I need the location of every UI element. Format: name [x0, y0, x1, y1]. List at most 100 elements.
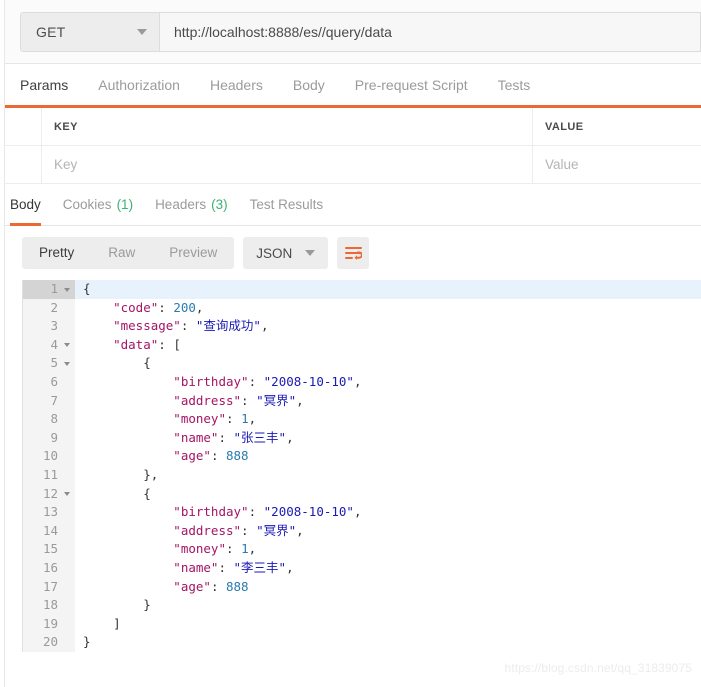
line-number-gutter: 12 — [23, 484, 75, 504]
code-line-content: "code": 200, — [75, 299, 701, 318]
watermark-text: https://blog.csdn.net/qq_31839075 — [504, 661, 692, 675]
code-token-p: , — [286, 559, 294, 575]
line-number: 16 — [42, 559, 58, 575]
code-token-p: : — [241, 392, 257, 408]
code-line: 6 "birthday": "2008-10-10", — [23, 372, 701, 392]
code-token-k: "birthday" — [83, 504, 249, 520]
response-tab-test-results-label: Test Results — [249, 197, 324, 212]
code-token-p: , — [296, 392, 304, 408]
code-token-k: "name" — [83, 559, 219, 575]
code-line: 20} — [23, 633, 701, 652]
line-number: 1 — [50, 281, 58, 296]
fold-toggle-icon[interactable] — [62, 280, 71, 299]
code-line-content: "birthday": "2008-10-10", — [75, 373, 701, 392]
code-token-p: ] — [83, 615, 121, 631]
line-number: 11 — [42, 466, 58, 482]
line-number: 5 — [50, 355, 58, 371]
code-token-p: : — [180, 318, 196, 334]
line-number-gutter: 10 — [23, 447, 75, 466]
request-tab-pre-request-script[interactable]: Pre-request Script — [355, 77, 484, 105]
code-line: 11 }, — [23, 465, 701, 485]
line-number-gutter: 18 — [23, 596, 75, 615]
code-line-content: ] — [75, 615, 701, 634]
code-token-n: 1 — [241, 411, 249, 427]
code-token-p: , — [195, 299, 204, 315]
fold-toggle-icon[interactable] — [62, 354, 71, 373]
response-format-label: JSON — [256, 245, 293, 261]
code-token-p: , — [248, 411, 257, 427]
line-number: 6 — [50, 373, 58, 389]
request-url-input[interactable]: http://localhost:8888/es//query/data — [160, 12, 701, 52]
view-mode-pretty[interactable]: Pretty — [22, 237, 91, 269]
code-token-p: , — [260, 318, 269, 334]
line-number-gutter: 15 — [23, 540, 75, 559]
code-token-p: : — [248, 504, 264, 520]
view-mode-group: Pretty Raw Preview — [22, 237, 235, 269]
http-method-select[interactable]: GET — [20, 12, 160, 52]
fold-toggle-icon[interactable] — [62, 485, 71, 504]
response-tab-cookies[interactable]: Cookies (1) — [63, 184, 133, 226]
code-line-content: "name": "李三丰", — [75, 559, 701, 578]
code-token-n: 200 — [173, 299, 196, 315]
code-line-content: } — [75, 596, 701, 615]
code-token-p: , — [353, 504, 362, 520]
line-number: 9 — [50, 429, 58, 445]
line-number-gutter: 1 — [23, 280, 75, 299]
param-row-checkbox[interactable] — [0, 146, 42, 183]
line-number: 10 — [42, 448, 58, 464]
params-header-checkbox-cell — [0, 108, 42, 145]
code-line-content: { — [75, 280, 701, 299]
response-format-select[interactable]: JSON — [243, 237, 329, 269]
code-line-content: "birthday": "2008-10-10", — [75, 503, 701, 522]
request-tab-params[interactable]: Params — [20, 77, 84, 105]
wrap-text-icon — [344, 246, 362, 260]
line-number-gutter: 3 — [23, 317, 75, 336]
code-token-p: { — [83, 485, 151, 501]
response-tab-headers-label: Headers — [155, 197, 207, 212]
code-line: 4 "data": [ — [23, 335, 701, 355]
line-number: 3 — [50, 318, 58, 334]
code-token-k: "money" — [83, 541, 226, 557]
line-number-gutter: 11 — [23, 465, 75, 485]
code-token-n: 888 — [226, 448, 249, 464]
request-url-row: GET http://localhost:8888/es//query/data — [0, 0, 701, 64]
line-number-gutter: 20 — [23, 633, 75, 652]
code-token-p: }, — [83, 466, 159, 482]
line-number-gutter: 14 — [23, 521, 75, 541]
request-tab-headers[interactable]: Headers — [210, 77, 279, 105]
request-tab-tests[interactable]: Tests — [498, 77, 547, 105]
code-line: 18 } — [23, 596, 701, 615]
param-key-input[interactable]: Key — [42, 146, 533, 183]
code-line: 17 "age": 888 — [23, 577, 701, 597]
line-number-gutter: 2 — [23, 298, 75, 318]
response-tab-test-results[interactable]: Test Results — [250, 184, 324, 226]
fold-toggle-icon[interactable] — [62, 336, 71, 355]
code-line: 2 "code": 200, — [23, 298, 701, 318]
code-line: 10 "age": 888 — [23, 447, 701, 466]
code-line-content: { — [75, 354, 701, 373]
response-body-code-editor[interactable]: 1{2 "code": 200, 3 "message": "查询成功", 4 "d… — [22, 280, 701, 652]
request-tab-authorization[interactable]: Authorization — [98, 77, 196, 105]
code-token-k: "address" — [83, 522, 242, 538]
code-token-p: , — [296, 522, 304, 538]
param-value-input[interactable]: Value — [533, 146, 701, 183]
view-mode-raw[interactable]: Raw — [91, 237, 152, 269]
response-tab-body[interactable]: Body — [10, 184, 41, 226]
code-token-k: "money" — [83, 411, 226, 427]
line-number: 13 — [42, 504, 58, 520]
code-line-content: "money": 1, — [75, 540, 701, 559]
code-token-p: : — [218, 559, 234, 575]
view-mode-preview[interactable]: Preview — [152, 237, 234, 269]
code-token-p: : — [218, 429, 234, 445]
response-tab-body-label: Body — [10, 197, 41, 212]
code-line-content: "address": "冥界", — [75, 522, 701, 541]
response-tab-headers[interactable]: Headers (3) — [155, 184, 228, 226]
request-tab-body[interactable]: Body — [293, 77, 341, 105]
chevron-down-icon — [305, 250, 316, 256]
code-line-content: } — [75, 633, 701, 652]
line-number: 4 — [50, 336, 58, 352]
response-tab-cookies-count: (1) — [116, 197, 134, 212]
wrap-text-button[interactable] — [337, 237, 370, 269]
code-token-k: "data" — [83, 336, 159, 352]
code-line-content: "age": 888 — [75, 578, 701, 597]
